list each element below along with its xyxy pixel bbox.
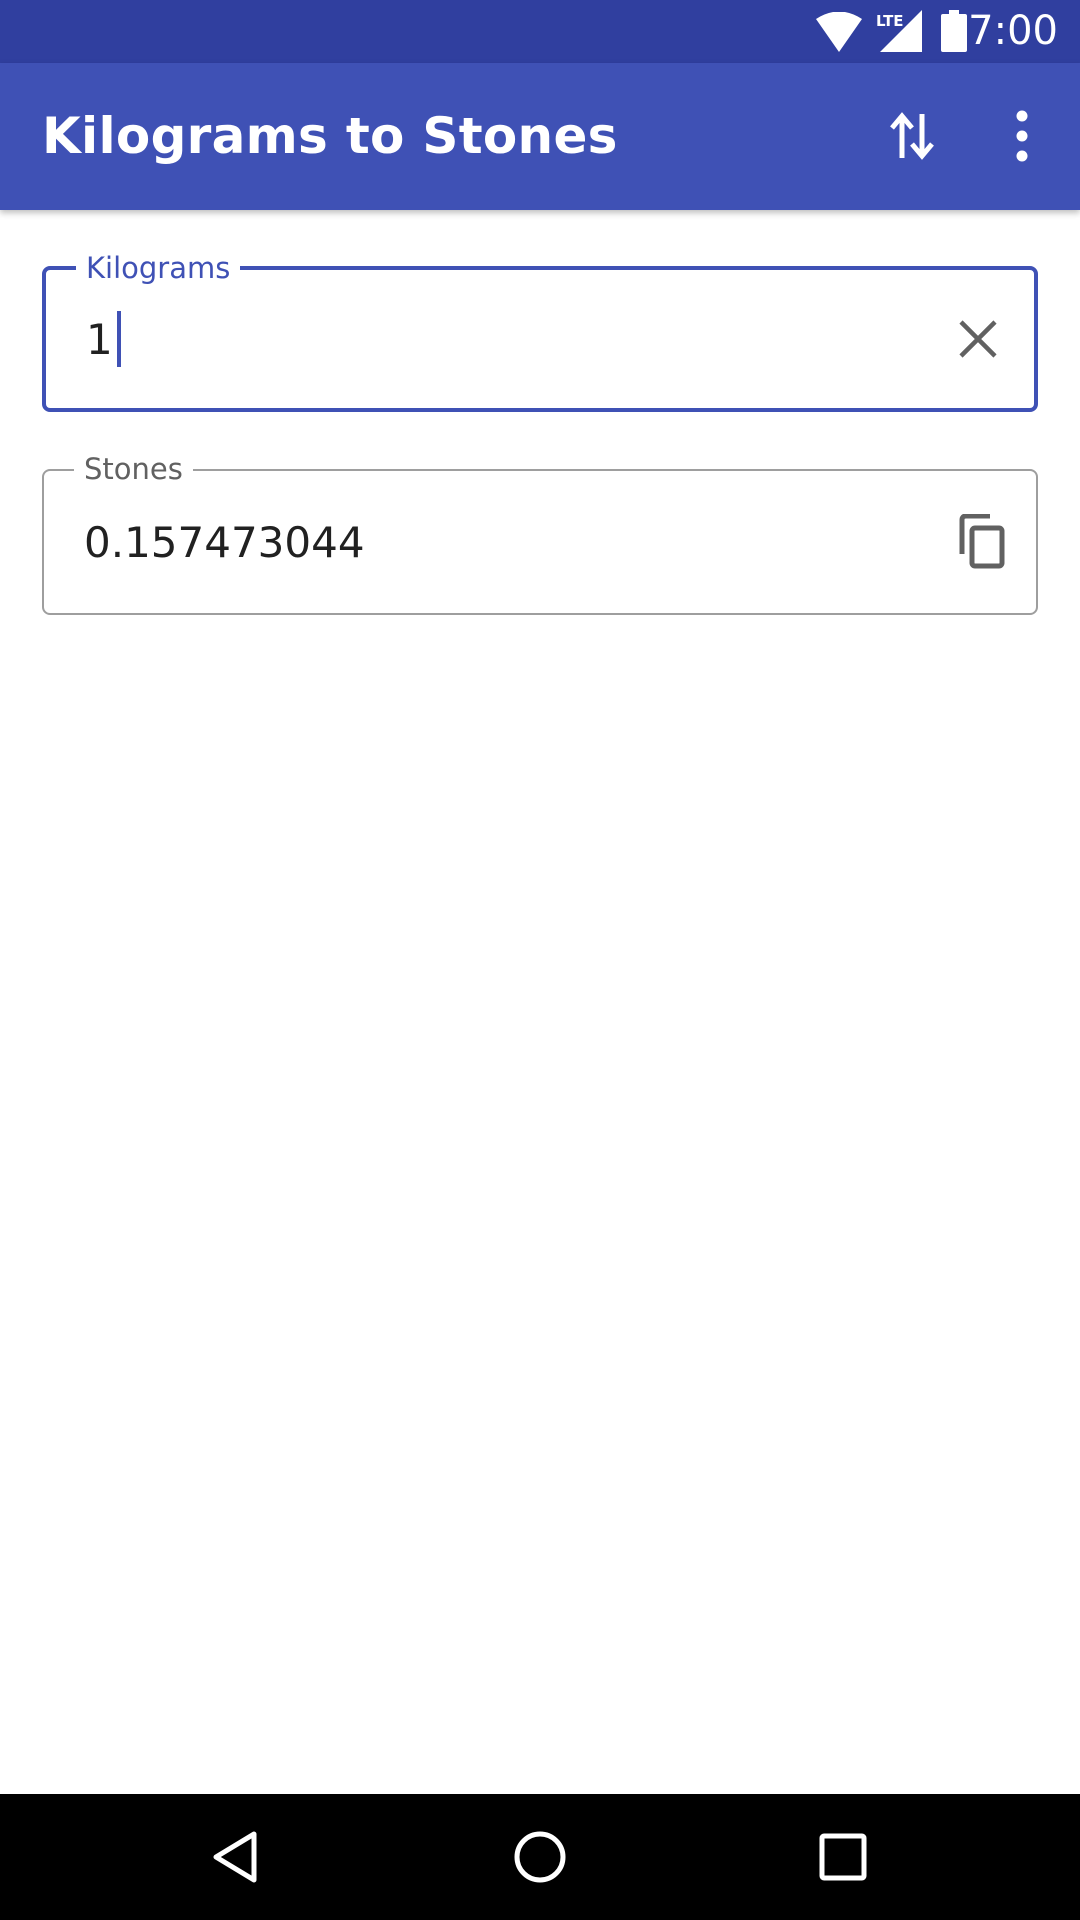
page-title: Kilograms to Stones [42,107,618,165]
home-button[interactable] [490,1807,590,1907]
clear-button[interactable] [942,303,1014,375]
lte-signal-icon: LTE [876,10,922,52]
back-button[interactable] [186,1807,286,1907]
more-options-button[interactable] [970,84,1074,188]
stones-field: Stones 0.157473044 [42,449,1038,615]
swap-units-icon [890,112,934,160]
navigation-bar [0,1794,1080,1920]
text-cursor [116,311,121,367]
clear-icon [959,320,997,358]
app-bar: Kilograms to Stones [0,63,1080,210]
status-time: 7:00 [968,8,1058,54]
back-icon [213,1831,257,1883]
status-bar: LTE 7:00 [0,0,1080,63]
battery-icon [941,10,967,52]
recents-icon [819,1833,867,1881]
kilograms-field[interactable]: Kilograms 1 [42,248,1038,412]
lte-label: LTE [876,12,904,30]
wifi-icon [816,12,862,52]
recents-button[interactable] [793,1807,893,1907]
stones-value: 0.157473044 [84,517,365,567]
kilograms-value: 1 [86,314,113,364]
more-options-icon [1016,110,1028,162]
home-icon [514,1831,566,1883]
kilograms-input[interactable]: 1 [86,270,121,408]
copy-icon [959,514,1005,569]
swap-units-button[interactable] [860,84,964,188]
copy-button[interactable] [944,506,1016,578]
